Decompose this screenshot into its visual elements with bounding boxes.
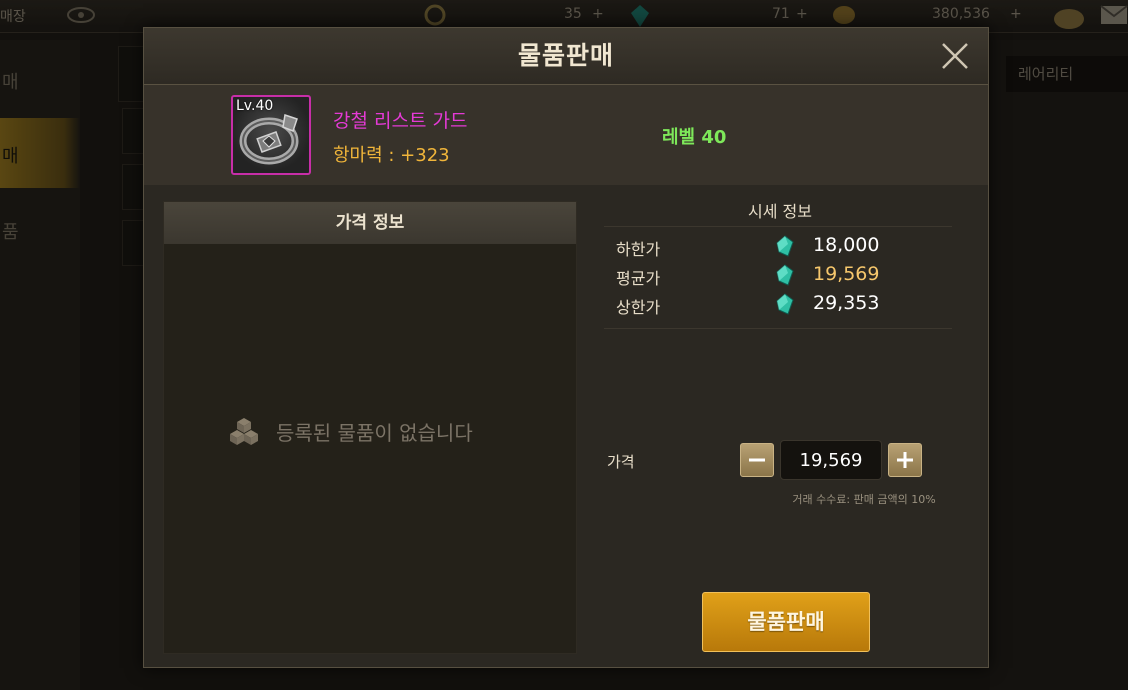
price-label: 가격 [607,453,635,471]
decrease-price-button[interactable] [740,443,774,477]
market-price-header: 시세 정보 [748,202,812,221]
market-price-table: 하한가 18,000 평균가 19,569 상한가 29,353 [604,226,952,329]
price-info-panel: 가격 정보 등록된 물품이 없습니다 [163,201,577,654]
market-row-label: 평균가 [616,269,661,288]
gem-icon [776,293,794,315]
market-row-value: 19,569 [813,263,880,285]
close-button[interactable] [940,41,970,71]
market-row-min: 하한가 18,000 [604,233,952,261]
market-row-max: 상한가 29,353 [604,291,952,319]
empty-message: 등록된 물품이 없습니다 [276,421,473,445]
minus-icon [749,458,765,462]
price-input[interactable] [780,440,882,480]
dialog-header: 물품판매 [144,28,988,85]
gem-icon [776,235,794,257]
boxes-icon [230,418,258,445]
market-row-label: 상한가 [616,298,661,317]
item-level-requirement: 레벨 40 [662,127,727,148]
market-row-value: 29,353 [813,292,880,314]
dialog-title: 물품판매 [517,41,614,70]
sell-item-dialog: 물품판매 Lv.40 강철 리스트 가드 항마력 : +323 레벨 40 가격… [143,27,989,668]
price-info-header: 가격 정보 [164,202,576,244]
market-row-label: 하한가 [616,240,661,259]
increase-price-button[interactable] [888,443,922,477]
close-icon [942,43,968,69]
item-level-badge: Lv.40 [236,98,274,114]
item-stat: 항마력 : +323 [333,145,450,166]
item-slot[interactable]: Lv.40 [231,95,311,175]
empty-state: 등록된 물품이 없습니다 [164,412,576,452]
item-info-band: Lv.40 강철 리스트 가드 항마력 : +323 레벨 40 [144,85,988,185]
gem-icon [776,264,794,286]
item-name: 강철 리스트 가드 [333,110,468,132]
plus-icon [897,452,913,468]
market-row-avg: 평균가 19,569 [604,262,952,290]
market-row-value: 18,000 [813,234,880,256]
sell-item-button[interactable]: 물품판매 [702,592,870,652]
fee-note: 거래 수수료: 판매 금액의 10% [792,493,936,506]
